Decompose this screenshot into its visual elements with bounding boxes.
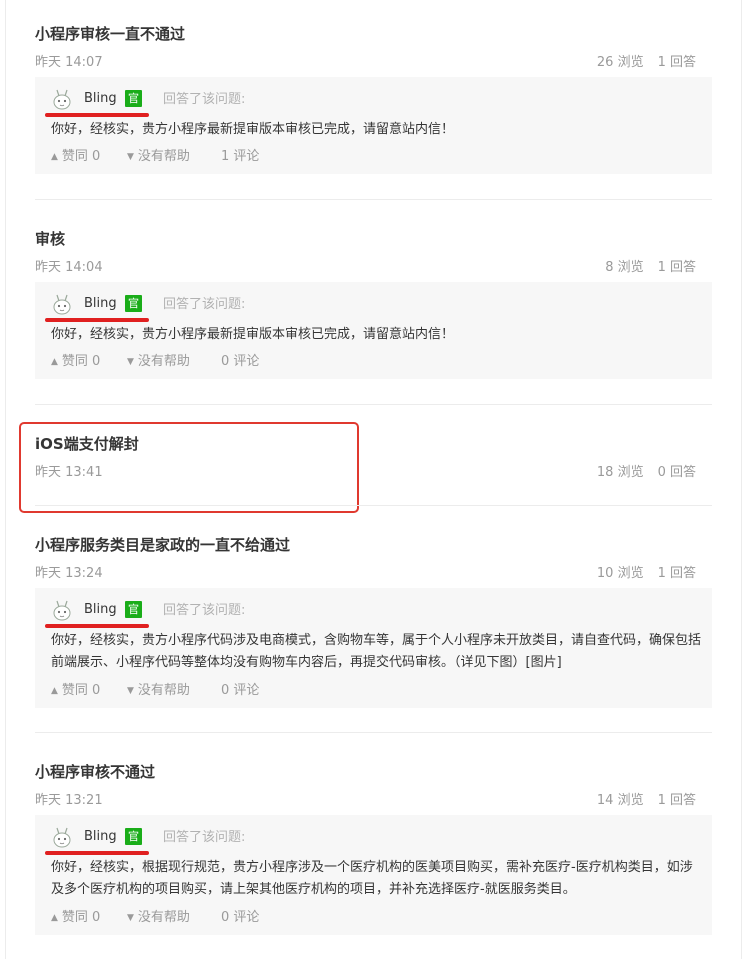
avatar-icon[interactable] — [51, 598, 73, 622]
annotation-underline — [45, 851, 149, 855]
answer-text[interactable]: 你好，经核实，贵方小程序代码涉及电商模式，含购物车等，属于个人小程序未开放类目，… — [51, 630, 701, 674]
question-time: 昨天 13:21 — [35, 793, 103, 808]
answer-hint: 回答了该问题: — [163, 92, 246, 107]
like-button[interactable]: ▲ 赞同 0 — [51, 682, 100, 701]
qa-feed: 小程序审核一直不通过 昨天 14:07 26 浏览 1 回答 Bling 官 回答… — [0, 0, 748, 959]
divider — [35, 404, 712, 405]
thumbs-up-triangle-icon: ▲ — [51, 913, 58, 923]
official-badge: 官 — [125, 601, 142, 618]
comment-button[interactable]: 0 评论 — [221, 353, 259, 371]
unhelpful-label: 没有帮助 — [137, 683, 190, 698]
question-stats: 18 浏览 0 回答 — [597, 465, 696, 481]
annotation-underline — [45, 113, 149, 117]
official-badge: 官 — [125, 90, 142, 107]
answerer-name[interactable]: Bling — [84, 829, 117, 845]
question-stats: 10 浏览 1 回答 — [597, 566, 696, 582]
answer-card: Bling 官 回答了该问题: 你好，经核实，贵方小程序最新提审版本审核已完成，… — [35, 282, 712, 379]
answer-header: Bling 官 回答了该问题: — [45, 87, 451, 117]
avatar-icon[interactable] — [51, 825, 73, 849]
answer-text[interactable]: 你好，经核实，根据现行规范，贵方小程序涉及一个医疗机构的医美项目购买，需补充医疗… — [51, 857, 701, 901]
question-item: 小程序服务类目是家政的一直不给通过 昨天 13:24 10 浏览 1 回答 Bli… — [35, 536, 712, 716]
divider — [35, 732, 712, 733]
answer-count: 0 回答 — [657, 465, 696, 480]
answer-header: Bling 官 回答了该问题: — [45, 825, 451, 855]
answer-header: Bling 官 回答了该问题: — [45, 292, 451, 322]
view-count: 10 浏览 — [596, 566, 644, 581]
question-stats: 8 浏览 1 回答 — [605, 260, 696, 276]
unhelpful-triangle-icon: ▼ — [127, 152, 134, 162]
question-item: 小程序审核一直不通过 昨天 14:07 26 浏览 1 回答 Bling 官 回答… — [35, 25, 712, 185]
question-time: 昨天 14:04 — [35, 260, 103, 275]
comment-button[interactable]: 0 评论 — [221, 682, 259, 700]
annotation-underline — [45, 624, 149, 628]
thumbs-up-triangle-icon: ▲ — [51, 686, 58, 696]
answer-card: Bling 官 回答了该问题: 你好，经核实，贵方小程序代码涉及电商模式，含购物… — [35, 588, 712, 708]
thumbs-up-triangle-icon: ▲ — [51, 357, 58, 367]
official-badge: 官 — [125, 295, 142, 312]
like-label: 赞同 0 — [61, 354, 101, 369]
question-time: 昨天 14:07 — [35, 55, 103, 70]
like-button[interactable]: ▲ 赞同 0 — [51, 148, 100, 167]
question-meta: 昨天 14:07 26 浏览 1 回答 — [35, 55, 712, 71]
answer-count: 1 回答 — [657, 260, 696, 275]
question-title[interactable]: 审核 — [35, 230, 65, 248]
comment-button[interactable]: 1 评论 — [221, 148, 259, 166]
question-time: 昨天 13:24 — [35, 566, 103, 581]
like-label: 赞同 0 — [61, 149, 101, 164]
question-item: 审核 昨天 14:04 8 浏览 1 回答 Bling 官 回答了该问题: 你好，… — [35, 230, 712, 390]
unhelpful-button[interactable]: ▼ 没有帮助 — [127, 682, 190, 701]
divider — [35, 199, 712, 200]
unhelpful-button[interactable]: ▼ 没有帮助 — [127, 353, 190, 372]
answer-text[interactable]: 你好，经核实，贵方小程序最新提审版本审核已完成，请留意站内信！ — [51, 119, 701, 141]
unhelpful-triangle-icon: ▼ — [127, 686, 134, 696]
answer-count: 1 回答 — [657, 566, 696, 581]
answerer-name[interactable]: Bling — [84, 91, 117, 107]
unhelpful-label: 没有帮助 — [137, 354, 190, 369]
unhelpful-label: 没有帮助 — [137, 149, 190, 164]
like-button[interactable]: ▲ 赞同 0 — [51, 353, 100, 372]
view-count: 8 浏览 — [605, 260, 644, 275]
like-button[interactable]: ▲ 赞同 0 — [51, 909, 100, 928]
view-count: 26 浏览 — [596, 55, 644, 70]
answer-header: Bling 官 回答了该问题: — [45, 598, 451, 628]
answer-hint: 回答了该问题: — [163, 603, 246, 618]
view-count: 14 浏览 — [596, 793, 644, 808]
question-meta: 昨天 14:04 8 浏览 1 回答 — [35, 260, 712, 276]
annotation-underline — [45, 318, 149, 322]
frame-border-right — [741, 0, 742, 959]
answer-hint: 回答了该问题: — [163, 830, 246, 845]
official-badge: 官 — [125, 828, 142, 845]
avatar-icon[interactable] — [51, 87, 73, 111]
question-title[interactable]: 小程序审核一直不通过 — [35, 25, 185, 43]
question-stats: 26 浏览 1 回答 — [597, 55, 696, 71]
question-stats: 14 浏览 1 回答 — [597, 793, 696, 809]
question-meta: 昨天 13:21 14 浏览 1 回答 — [35, 793, 712, 809]
answer-text[interactable]: 你好，经核实，贵方小程序最新提审版本审核已完成，请留意站内信！ — [51, 324, 701, 346]
unhelpful-button[interactable]: ▼ 没有帮助 — [127, 148, 190, 167]
thumbs-up-triangle-icon: ▲ — [51, 152, 58, 162]
comment-button[interactable]: 0 评论 — [221, 909, 259, 927]
answer-card: Bling 官 回答了该问题: 你好，经核实，根据现行规范，贵方小程序涉及一个医… — [35, 815, 712, 935]
frame-border-left — [5, 0, 6, 959]
question-meta: 昨天 13:24 10 浏览 1 回答 — [35, 566, 712, 582]
avatar-icon[interactable] — [51, 292, 73, 316]
unhelpful-triangle-icon: ▼ — [127, 913, 134, 923]
annotation-highlight-box — [19, 422, 359, 513]
like-label: 赞同 0 — [61, 910, 101, 925]
answerer-name[interactable]: Bling — [84, 602, 117, 618]
answerer-name[interactable]: Bling — [84, 296, 117, 312]
like-label: 赞同 0 — [61, 683, 101, 698]
divider — [35, 505, 712, 506]
unhelpful-button[interactable]: ▼ 没有帮助 — [127, 909, 190, 928]
answer-card: Bling 官 回答了该问题: 你好，经核实，贵方小程序最新提审版本审核已完成，… — [35, 77, 712, 174]
answer-count: 1 回答 — [657, 55, 696, 70]
unhelpful-triangle-icon: ▼ — [127, 357, 134, 367]
view-count: 18 浏览 — [596, 465, 644, 480]
unhelpful-label: 没有帮助 — [137, 910, 190, 925]
question-title[interactable]: 小程序服务类目是家政的一直不给通过 — [35, 536, 290, 554]
question-item: 小程序审核不通过 昨天 13:21 14 浏览 1 回答 Bling 官 回答了该… — [35, 763, 712, 943]
answer-hint: 回答了该问题: — [163, 297, 246, 312]
answer-count: 1 回答 — [657, 793, 696, 808]
question-title[interactable]: 小程序审核不通过 — [35, 763, 155, 781]
